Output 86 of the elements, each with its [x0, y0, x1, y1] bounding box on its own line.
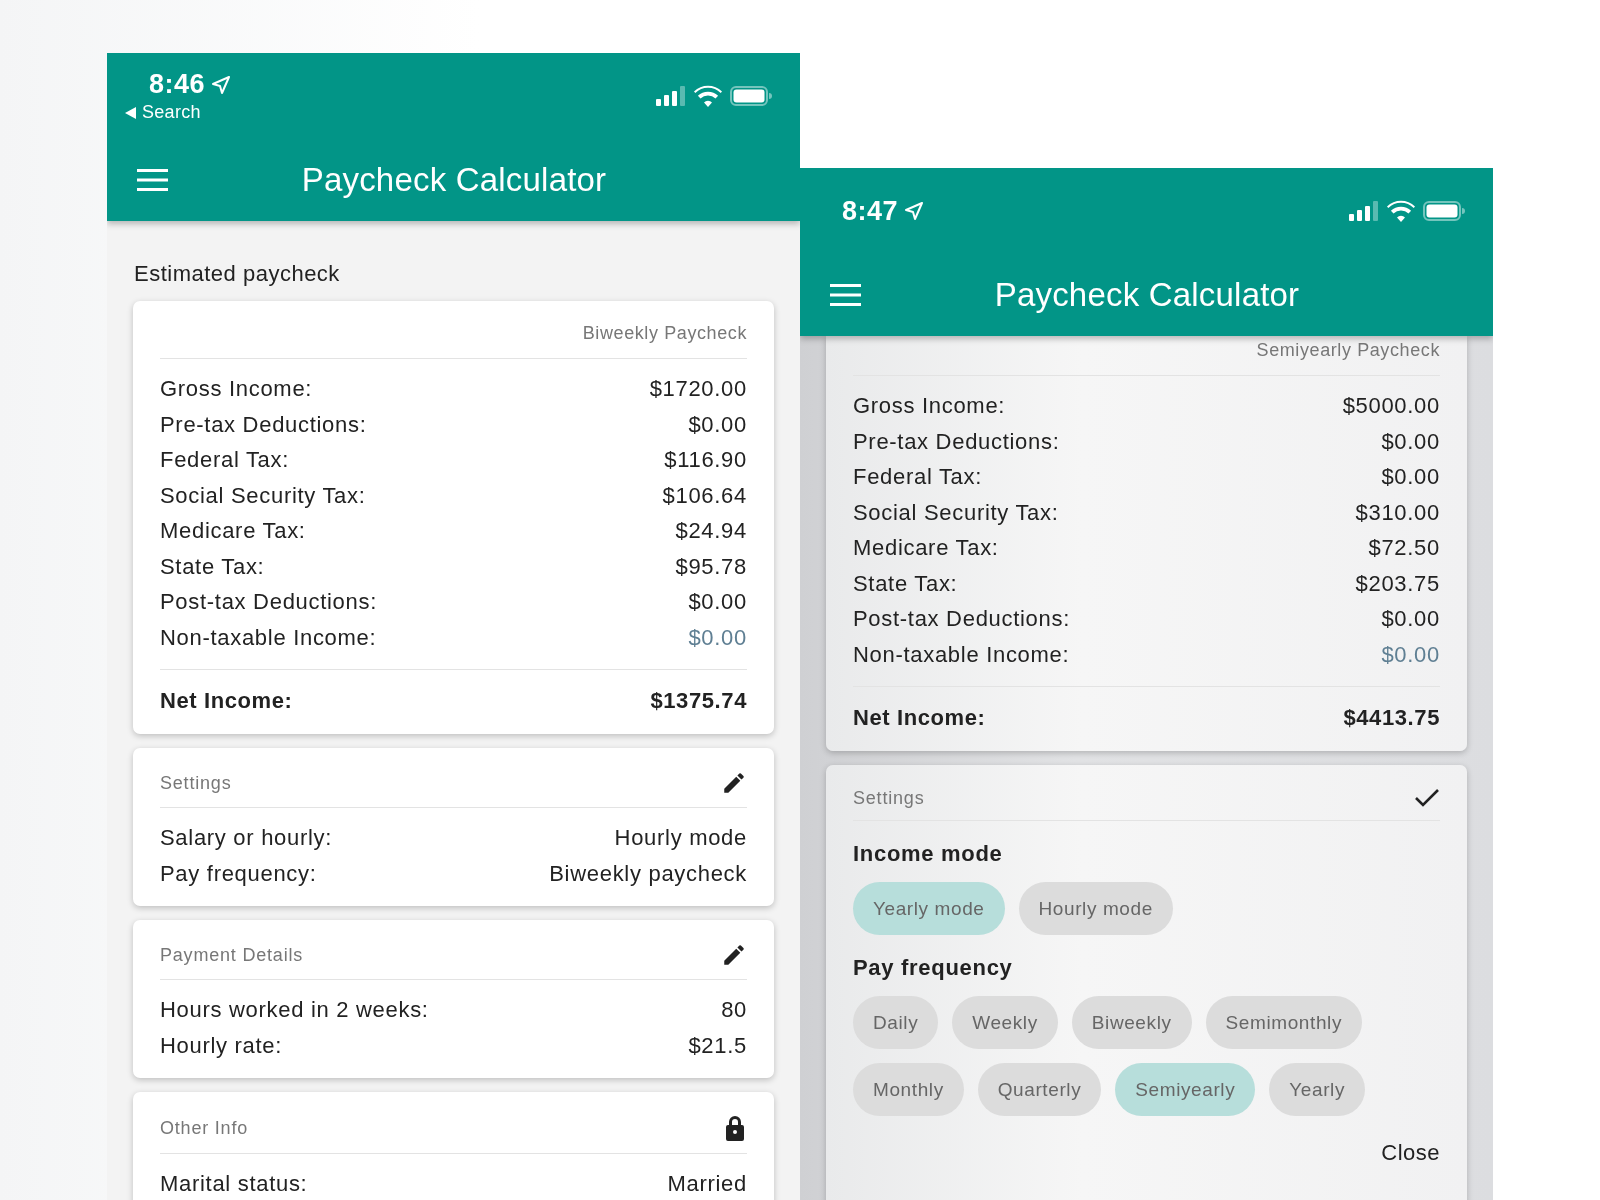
- row-label: Federal Tax:: [160, 446, 290, 474]
- card-caption: Semiyearly Paycheck: [853, 340, 1440, 376]
- row-label: Social Security Tax:: [853, 498, 1059, 527]
- app-title: Paycheck Calculator: [993, 276, 1301, 314]
- row-value: $0.00: [1381, 640, 1440, 669]
- row-value: $0.00: [1381, 463, 1440, 491]
- row-value: $95.78: [675, 552, 747, 581]
- row-label: State Tax:: [853, 569, 958, 598]
- location-arrow-icon: [904, 201, 925, 221]
- option-chip[interactable]: Semiyearly: [1115, 1063, 1256, 1116]
- pencil-icon[interactable]: [721, 942, 747, 968]
- app-title: Paycheck Calculator: [300, 161, 608, 199]
- row-label: Non-taxable Income:: [853, 640, 1070, 669]
- group-title: Income mode: [853, 841, 1004, 867]
- back-link[interactable]: Search: [142, 102, 201, 123]
- row-value: $106.64: [662, 481, 747, 510]
- battery-icon: [1423, 201, 1465, 221]
- option-chip[interactable]: Biweekly: [1071, 996, 1192, 1049]
- card-title: Other Info: [160, 1117, 249, 1139]
- row-label: Social Security Tax:: [160, 481, 366, 510]
- group-title: Pay frequency: [853, 955, 1014, 981]
- row-value: $5000.00: [1342, 392, 1440, 420]
- row-value: $203.75: [1355, 569, 1440, 598]
- row-value: $21.5: [688, 1031, 747, 1060]
- back-triangle-icon[interactable]: [125, 106, 136, 119]
- location-arrow-icon: [211, 74, 232, 95]
- status-time: 8:46: [149, 69, 206, 100]
- option-chip[interactable]: Semimonthly: [1205, 996, 1362, 1049]
- option-chip[interactable]: Weekly: [952, 996, 1058, 1049]
- row-label: Non-taxable Income:: [160, 623, 377, 652]
- wifi-icon: [1387, 200, 1415, 222]
- row-value: Biweekly paycheck: [549, 859, 747, 888]
- card-title: Settings: [853, 787, 925, 809]
- check-icon[interactable]: [1414, 787, 1440, 809]
- card-title: Settings: [160, 772, 232, 794]
- row-value: $0.00: [1381, 427, 1440, 456]
- card-caption: Biweekly Paycheck: [160, 323, 747, 359]
- row-label: Salary or hourly:: [160, 824, 333, 852]
- battery-icon: [730, 86, 772, 106]
- pencil-icon[interactable]: [721, 770, 747, 796]
- row-value: $72.50: [1368, 534, 1440, 562]
- row-label: State Tax:: [160, 552, 265, 581]
- total-value: $1375.74: [650, 688, 747, 714]
- row-value: $310.00: [1355, 498, 1440, 527]
- option-chip[interactable]: Yearly: [1269, 1063, 1365, 1116]
- section-title: Estimated paycheck: [134, 261, 341, 287]
- option-chip[interactable]: Monthly: [853, 1063, 964, 1116]
- option-chip[interactable]: Daily: [853, 996, 939, 1049]
- row-label: Pre-tax Deductions:: [853, 427, 1060, 456]
- total-value: $4413.75: [1343, 705, 1440, 731]
- total-label: Net Income:: [160, 688, 293, 714]
- total-label: Net Income:: [853, 705, 986, 731]
- row-value: $0.00: [688, 588, 747, 616]
- row-value: 80: [721, 996, 747, 1024]
- row-label: Medicare Tax:: [160, 517, 306, 545]
- signal-icon: [1349, 201, 1379, 221]
- row-value: $0.00: [688, 410, 747, 439]
- row-label: Post-tax Deductions:: [853, 605, 1070, 633]
- wifi-icon: [694, 85, 722, 107]
- menu-icon[interactable]: [830, 284, 861, 306]
- row-label: Post-tax Deductions:: [160, 588, 377, 616]
- signal-icon: [656, 86, 686, 106]
- row-value: $0.00: [688, 623, 747, 652]
- option-chip[interactable]: Hourly mode: [1018, 882, 1173, 935]
- status-time: 8:47: [842, 195, 899, 227]
- row-label: Pre-tax Deductions:: [160, 410, 367, 439]
- row-label: Medicare Tax:: [853, 534, 999, 562]
- row-value: Hourly mode: [614, 824, 747, 852]
- row-value: Married: [667, 1170, 747, 1198]
- row-label: Marital status:: [160, 1170, 308, 1198]
- option-chip[interactable]: Quarterly: [977, 1063, 1102, 1116]
- card-title: Payment Details: [160, 944, 304, 966]
- row-label: Gross Income:: [160, 375, 313, 403]
- lock-icon: [723, 1114, 747, 1142]
- row-label: Gross Income:: [853, 392, 1006, 420]
- close-button[interactable]: Close: [1381, 1134, 1440, 1172]
- option-chip[interactable]: Yearly mode: [853, 882, 1005, 935]
- row-value: $1720.00: [649, 375, 747, 403]
- row-value: $116.90: [664, 446, 747, 474]
- row-label: Hours worked in 2 weeks:: [160, 996, 429, 1024]
- row-label: Pay frequency:: [160, 859, 317, 888]
- row-value: $0.00: [1381, 605, 1440, 633]
- row-value: $24.94: [675, 517, 747, 545]
- row-label: Hourly rate:: [160, 1031, 283, 1060]
- menu-icon[interactable]: [137, 169, 168, 191]
- row-label: Federal Tax:: [853, 463, 983, 491]
